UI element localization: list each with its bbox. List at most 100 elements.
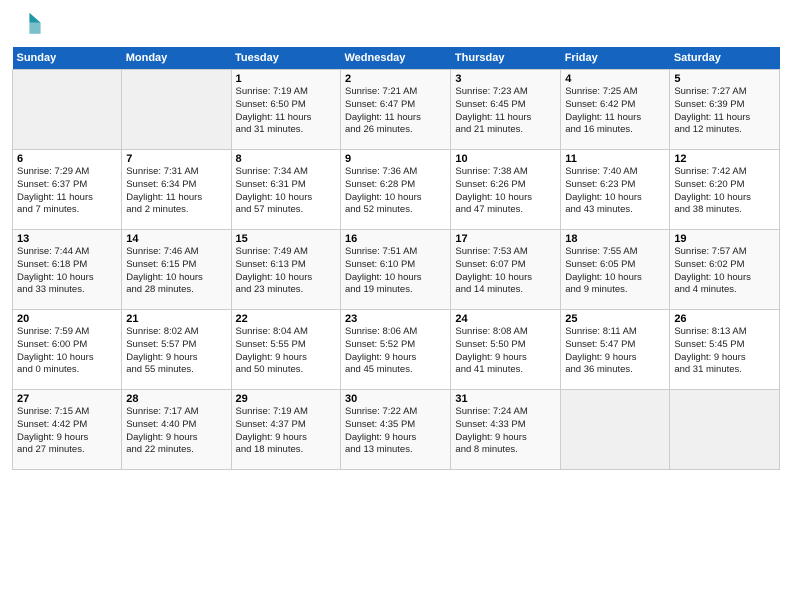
- day-detail: Sunrise: 7:25 AM Sunset: 6:42 PM Dayligh…: [565, 86, 665, 137]
- day-number: 8: [236, 153, 336, 165]
- calendar-header-sunday: Sunday: [13, 47, 122, 70]
- day-number: 25: [565, 313, 665, 325]
- calendar-week-4: 20Sunrise: 7:59 AM Sunset: 6:00 PM Dayli…: [13, 310, 780, 390]
- day-number: 4: [565, 73, 665, 85]
- day-number: 9: [345, 153, 446, 165]
- calendar-cell: 30Sunrise: 7:22 AM Sunset: 4:35 PM Dayli…: [340, 390, 450, 470]
- calendar-cell: 23Sunrise: 8:06 AM Sunset: 5:52 PM Dayli…: [340, 310, 450, 390]
- calendar-cell: 21Sunrise: 8:02 AM Sunset: 5:57 PM Dayli…: [122, 310, 231, 390]
- day-detail: Sunrise: 7:22 AM Sunset: 4:35 PM Dayligh…: [345, 406, 446, 457]
- day-detail: Sunrise: 7:57 AM Sunset: 6:02 PM Dayligh…: [674, 246, 775, 297]
- calendar-cell: 29Sunrise: 7:19 AM Sunset: 4:37 PM Dayli…: [231, 390, 340, 470]
- day-detail: Sunrise: 7:44 AM Sunset: 6:18 PM Dayligh…: [17, 246, 117, 297]
- day-detail: Sunrise: 8:08 AM Sunset: 5:50 PM Dayligh…: [455, 326, 556, 377]
- calendar-cell: 27Sunrise: 7:15 AM Sunset: 4:42 PM Dayli…: [13, 390, 122, 470]
- day-detail: Sunrise: 7:59 AM Sunset: 6:00 PM Dayligh…: [17, 326, 117, 377]
- logo: [12, 10, 42, 43]
- calendar-cell: 13Sunrise: 7:44 AM Sunset: 6:18 PM Dayli…: [13, 230, 122, 310]
- day-number: 1: [236, 73, 336, 85]
- day-detail: Sunrise: 7:53 AM Sunset: 6:07 PM Dayligh…: [455, 246, 556, 297]
- logo-icon: [14, 10, 42, 38]
- calendar-cell: 3Sunrise: 7:23 AM Sunset: 6:45 PM Daylig…: [451, 70, 561, 150]
- day-number: 11: [565, 153, 665, 165]
- calendar-cell: 31Sunrise: 7:24 AM Sunset: 4:33 PM Dayli…: [451, 390, 561, 470]
- calendar-header-tuesday: Tuesday: [231, 47, 340, 70]
- day-detail: Sunrise: 8:11 AM Sunset: 5:47 PM Dayligh…: [565, 326, 665, 377]
- day-detail: Sunrise: 7:46 AM Sunset: 6:15 PM Dayligh…: [126, 246, 226, 297]
- day-detail: Sunrise: 7:42 AM Sunset: 6:20 PM Dayligh…: [674, 166, 775, 217]
- calendar-cell: 7Sunrise: 7:31 AM Sunset: 6:34 PM Daylig…: [122, 150, 231, 230]
- calendar-cell: 4Sunrise: 7:25 AM Sunset: 6:42 PM Daylig…: [561, 70, 670, 150]
- day-detail: Sunrise: 8:06 AM Sunset: 5:52 PM Dayligh…: [345, 326, 446, 377]
- calendar-cell: [13, 70, 122, 150]
- calendar-cell: 9Sunrise: 7:36 AM Sunset: 6:28 PM Daylig…: [340, 150, 450, 230]
- day-detail: Sunrise: 7:49 AM Sunset: 6:13 PM Dayligh…: [236, 246, 336, 297]
- day-detail: Sunrise: 8:04 AM Sunset: 5:55 PM Dayligh…: [236, 326, 336, 377]
- calendar-cell: 11Sunrise: 7:40 AM Sunset: 6:23 PM Dayli…: [561, 150, 670, 230]
- calendar-cell: 6Sunrise: 7:29 AM Sunset: 6:37 PM Daylig…: [13, 150, 122, 230]
- calendar-cell: 24Sunrise: 8:08 AM Sunset: 5:50 PM Dayli…: [451, 310, 561, 390]
- day-detail: Sunrise: 7:34 AM Sunset: 6:31 PM Dayligh…: [236, 166, 336, 217]
- day-detail: Sunrise: 7:15 AM Sunset: 4:42 PM Dayligh…: [17, 406, 117, 457]
- day-detail: Sunrise: 7:29 AM Sunset: 6:37 PM Dayligh…: [17, 166, 117, 217]
- calendar-header-friday: Friday: [561, 47, 670, 70]
- calendar-cell: 22Sunrise: 8:04 AM Sunset: 5:55 PM Dayli…: [231, 310, 340, 390]
- day-number: 17: [455, 233, 556, 245]
- day-detail: Sunrise: 7:19 AM Sunset: 6:50 PM Dayligh…: [236, 86, 336, 137]
- day-detail: Sunrise: 7:55 AM Sunset: 6:05 PM Dayligh…: [565, 246, 665, 297]
- day-number: 14: [126, 233, 226, 245]
- calendar-cell: 17Sunrise: 7:53 AM Sunset: 6:07 PM Dayli…: [451, 230, 561, 310]
- day-number: 15: [236, 233, 336, 245]
- day-detail: Sunrise: 7:17 AM Sunset: 4:40 PM Dayligh…: [126, 406, 226, 457]
- day-number: 27: [17, 393, 117, 405]
- day-number: 28: [126, 393, 226, 405]
- calendar-cell: 16Sunrise: 7:51 AM Sunset: 6:10 PM Dayli…: [340, 230, 450, 310]
- day-number: 29: [236, 393, 336, 405]
- calendar-cell: 14Sunrise: 7:46 AM Sunset: 6:15 PM Dayli…: [122, 230, 231, 310]
- calendar-cell: 5Sunrise: 7:27 AM Sunset: 6:39 PM Daylig…: [670, 70, 780, 150]
- day-number: 18: [565, 233, 665, 245]
- calendar-cell: [122, 70, 231, 150]
- day-number: 12: [674, 153, 775, 165]
- calendar-cell: 20Sunrise: 7:59 AM Sunset: 6:00 PM Dayli…: [13, 310, 122, 390]
- calendar-week-5: 27Sunrise: 7:15 AM Sunset: 4:42 PM Dayli…: [13, 390, 780, 470]
- calendar-cell: 28Sunrise: 7:17 AM Sunset: 4:40 PM Dayli…: [122, 390, 231, 470]
- calendar-header-saturday: Saturday: [670, 47, 780, 70]
- day-detail: Sunrise: 8:02 AM Sunset: 5:57 PM Dayligh…: [126, 326, 226, 377]
- day-detail: Sunrise: 7:38 AM Sunset: 6:26 PM Dayligh…: [455, 166, 556, 217]
- page-container: SundayMondayTuesdayWednesdayThursdayFrid…: [0, 0, 792, 478]
- calendar-table: SundayMondayTuesdayWednesdayThursdayFrid…: [12, 47, 780, 470]
- day-number: 10: [455, 153, 556, 165]
- day-detail: Sunrise: 7:27 AM Sunset: 6:39 PM Dayligh…: [674, 86, 775, 137]
- calendar-cell: 2Sunrise: 7:21 AM Sunset: 6:47 PM Daylig…: [340, 70, 450, 150]
- day-number: 2: [345, 73, 446, 85]
- day-detail: Sunrise: 7:51 AM Sunset: 6:10 PM Dayligh…: [345, 246, 446, 297]
- calendar-header-thursday: Thursday: [451, 47, 561, 70]
- day-detail: Sunrise: 7:24 AM Sunset: 4:33 PM Dayligh…: [455, 406, 556, 457]
- day-number: 31: [455, 393, 556, 405]
- calendar-cell: 26Sunrise: 8:13 AM Sunset: 5:45 PM Dayli…: [670, 310, 780, 390]
- calendar-cell: 12Sunrise: 7:42 AM Sunset: 6:20 PM Dayli…: [670, 150, 780, 230]
- day-number: 7: [126, 153, 226, 165]
- calendar-cell: 15Sunrise: 7:49 AM Sunset: 6:13 PM Dayli…: [231, 230, 340, 310]
- calendar-cell: 19Sunrise: 7:57 AM Sunset: 6:02 PM Dayli…: [670, 230, 780, 310]
- calendar-header-wednesday: Wednesday: [340, 47, 450, 70]
- calendar-week-1: 1Sunrise: 7:19 AM Sunset: 6:50 PM Daylig…: [13, 70, 780, 150]
- calendar-cell: 25Sunrise: 8:11 AM Sunset: 5:47 PM Dayli…: [561, 310, 670, 390]
- day-number: 30: [345, 393, 446, 405]
- day-detail: Sunrise: 7:23 AM Sunset: 6:45 PM Dayligh…: [455, 86, 556, 137]
- day-number: 3: [455, 73, 556, 85]
- day-number: 20: [17, 313, 117, 325]
- day-number: 5: [674, 73, 775, 85]
- day-number: 23: [345, 313, 446, 325]
- calendar-week-2: 6Sunrise: 7:29 AM Sunset: 6:37 PM Daylig…: [13, 150, 780, 230]
- calendar-cell: 1Sunrise: 7:19 AM Sunset: 6:50 PM Daylig…: [231, 70, 340, 150]
- calendar-cell: 8Sunrise: 7:34 AM Sunset: 6:31 PM Daylig…: [231, 150, 340, 230]
- day-detail: Sunrise: 7:21 AM Sunset: 6:47 PM Dayligh…: [345, 86, 446, 137]
- calendar-week-3: 13Sunrise: 7:44 AM Sunset: 6:18 PM Dayli…: [13, 230, 780, 310]
- calendar-cell: [561, 390, 670, 470]
- day-number: 22: [236, 313, 336, 325]
- day-number: 16: [345, 233, 446, 245]
- calendar-cell: 10Sunrise: 7:38 AM Sunset: 6:26 PM Dayli…: [451, 150, 561, 230]
- day-number: 21: [126, 313, 226, 325]
